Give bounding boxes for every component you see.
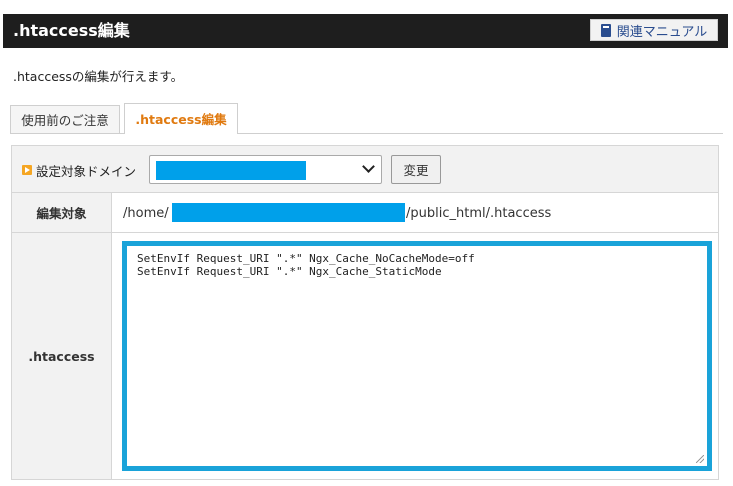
htaccess-label: .htaccess <box>12 233 112 479</box>
tab-precautions[interactable]: 使用前のご注意 <box>10 105 120 133</box>
redacted-path <box>172 203 405 222</box>
domain-row: 設定対象ドメイン 変更 <box>12 146 718 193</box>
path-suffix: /public_html/.htaccess <box>406 206 552 221</box>
resize-grip-icon[interactable] <box>696 455 704 463</box>
edit-target-label: 編集対象 <box>12 193 112 233</box>
domain-select[interactable] <box>149 155 382 184</box>
book-icon <box>600 23 611 37</box>
editor-line: SetEnvIf Request_URI ".*" Ngx_Cache_NoCa… <box>137 252 475 265</box>
chevron-down-icon <box>362 160 375 173</box>
edit-panel: 設定対象ドメイン 変更 編集対象 /home/ /public_html/.ht… <box>11 145 719 480</box>
tab-divider <box>10 133 723 134</box>
change-domain-button[interactable]: 変更 <box>391 155 441 184</box>
page-description: .htaccessの編集が行えます。 <box>13 69 184 84</box>
htaccess-editor[interactable]: SetEnvIf Request_URI ".*" Ngx_Cache_NoCa… <box>122 241 712 471</box>
domain-label: 設定対象ドメイン <box>36 164 137 179</box>
tab-htaccess-edit[interactable]: .htaccess編集 <box>124 103 238 133</box>
arrow-marker-icon <box>22 165 32 175</box>
page-title: .htaccess編集 <box>13 21 130 40</box>
path-prefix: /home/ <box>123 206 169 221</box>
editor-line: SetEnvIf Request_URI ".*" Ngx_Cache_Stat… <box>137 265 442 278</box>
page-header: .htaccess編集 関連マニュアル <box>3 14 728 48</box>
related-manual-label: 関連マニュアル <box>616 24 708 40</box>
redacted-domain <box>156 161 306 180</box>
related-manual-button[interactable]: 関連マニュアル <box>590 19 718 41</box>
